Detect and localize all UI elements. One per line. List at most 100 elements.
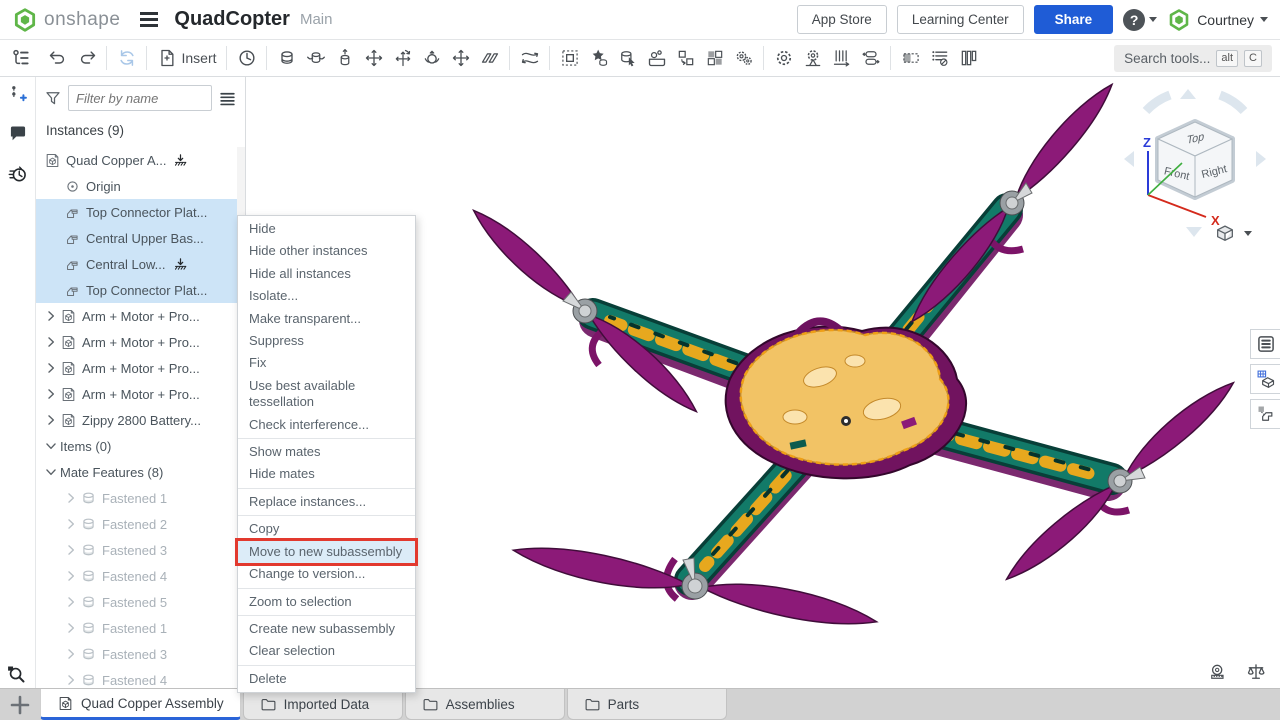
tree-item[interactable]: Fastened 4: [36, 563, 237, 589]
view-cube[interactable]: Top Front Right Z X: [1118, 85, 1273, 245]
tree-item[interactable]: Central Upper Bas...: [36, 225, 237, 251]
context-menu-item[interactable]: Make transparent...: [238, 308, 415, 330]
group-button[interactable]: [555, 44, 584, 72]
revolute-mate-button[interactable]: [301, 44, 330, 72]
comments-button[interactable]: [5, 121, 31, 147]
preview-search-button[interactable]: [6, 664, 26, 684]
document-tab[interactable]: Quad Copper Assembly: [40, 689, 241, 720]
expand-chevron-icon[interactable]: [44, 387, 58, 401]
section-view-button[interactable]: [896, 44, 925, 72]
parallel-mate-button[interactable]: [475, 44, 504, 72]
document-tab[interactable]: Assemblies: [405, 689, 565, 720]
context-menu-item[interactable]: Delete: [238, 665, 415, 690]
document-tab[interactable]: Imported Data: [243, 689, 403, 720]
animate-fence-button[interactable]: [827, 44, 856, 72]
instance-tree-toggle-button[interactable]: [6, 44, 35, 72]
context-menu-item[interactable]: Hide: [238, 218, 415, 240]
context-menu-item[interactable]: Fix: [238, 352, 415, 374]
tree-item[interactable]: Quad Copper A...: [36, 147, 237, 173]
expand-chevron-icon[interactable]: [44, 361, 58, 375]
tree-item[interactable]: Items (0): [36, 433, 237, 459]
mass-properties-button[interactable]: [1246, 662, 1266, 682]
cylindrical-mate-button[interactable]: [388, 44, 417, 72]
insert-button[interactable]: Insert: [152, 44, 221, 72]
measure-button[interactable]: [1208, 662, 1228, 682]
context-menu-item[interactable]: Clear selection: [238, 640, 415, 662]
display-states-button[interactable]: [642, 44, 671, 72]
sync-update-button[interactable]: [112, 44, 141, 72]
tree-item[interactable]: Zippy 2800 Battery...: [36, 407, 237, 433]
history-button[interactable]: [5, 161, 31, 187]
undo-button[interactable]: [43, 44, 72, 72]
learning-center-button[interactable]: Learning Center: [897, 5, 1024, 34]
simulation-gear-button[interactable]: [769, 44, 798, 72]
bom-panel-button[interactable]: [1250, 364, 1280, 394]
tree-item[interactable]: Mate Features (8): [36, 459, 237, 485]
document-tab[interactable]: Parts: [567, 689, 727, 720]
expand-chevron-icon[interactable]: [44, 465, 58, 479]
expand-chevron-icon[interactable]: [64, 491, 78, 505]
tree-item[interactable]: Arm + Motor + Pro...: [36, 303, 237, 329]
tree-item[interactable]: Fastened 5: [36, 589, 237, 615]
expand-chevron-icon[interactable]: [44, 309, 58, 323]
pattern-button[interactable]: [700, 44, 729, 72]
share-button[interactable]: Share: [1034, 5, 1114, 34]
hidden-bom-button[interactable]: [925, 44, 954, 72]
search-tools-box[interactable]: Search tools... alt C: [1114, 45, 1272, 72]
tree-item[interactable]: Fastened 1: [36, 485, 237, 511]
tree-item[interactable]: Fastened 2: [36, 511, 237, 537]
named-positions-button[interactable]: [232, 44, 261, 72]
insert-feature-button[interactable]: [5, 81, 31, 107]
expand-chevron-icon[interactable]: [64, 621, 78, 635]
expand-chevron-icon[interactable]: [44, 413, 58, 427]
main-menu-button[interactable]: [136, 8, 162, 31]
appearance-panel-button[interactable]: [1250, 399, 1280, 429]
expand-chevron-icon[interactable]: [64, 569, 78, 583]
add-tab-button[interactable]: [0, 689, 40, 720]
context-menu-item[interactable]: Move to new subassembly: [238, 541, 415, 563]
ball-mate-button[interactable]: [446, 44, 475, 72]
expand-chevron-icon[interactable]: [44, 335, 58, 349]
exploded-views-button[interactable]: [584, 44, 613, 72]
expand-chevron-icon[interactable]: [64, 517, 78, 531]
app-store-button[interactable]: App Store: [797, 5, 887, 34]
tree-item[interactable]: Fastened 3: [36, 641, 237, 667]
context-menu-item[interactable]: Hide mates: [238, 463, 415, 485]
tree-item[interactable]: Fastened 4: [36, 667, 237, 688]
tree-item[interactable]: Top Connector Plat...: [36, 277, 237, 303]
user-menu[interactable]: Courtney: [1167, 8, 1268, 32]
list-view-icon[interactable]: [218, 89, 237, 108]
context-menu-item[interactable]: Hide other instances: [238, 240, 415, 262]
expand-chevron-icon[interactable]: [64, 647, 78, 661]
onshape-logo-icon[interactable]: [12, 7, 38, 33]
named-positions-cylinder-button[interactable]: [613, 44, 642, 72]
context-menu-item[interactable]: Hide all instances: [238, 263, 415, 285]
context-menu-item[interactable]: Suppress: [238, 330, 415, 352]
context-menu-item[interactable]: Check interference...: [238, 414, 415, 436]
filter-funnel-icon[interactable]: [44, 89, 62, 107]
context-menu-item[interactable]: Replace instances...: [238, 488, 415, 513]
feature-list-panel-button[interactable]: [1250, 329, 1280, 359]
context-menu-item[interactable]: Change to version...: [238, 563, 415, 585]
redo-button[interactable]: [72, 44, 101, 72]
expand-chevron-icon[interactable]: [64, 673, 78, 687]
tree-item[interactable]: Origin: [36, 173, 237, 199]
toggle-connectors-button[interactable]: [856, 44, 885, 72]
transfer-parts-button[interactable]: [671, 44, 700, 72]
pin-slot-mate-button[interactable]: [417, 44, 446, 72]
help-menu[interactable]: ?: [1123, 9, 1157, 31]
context-menu-item[interactable]: Copy: [238, 515, 415, 540]
replicate-button[interactable]: [729, 44, 758, 72]
expand-chevron-icon[interactable]: [44, 439, 58, 453]
context-menu-item[interactable]: Show mates: [238, 438, 415, 463]
tree-item[interactable]: Arm + Motor + Pro...: [36, 381, 237, 407]
tree-item[interactable]: Arm + Motor + Pro...: [36, 329, 237, 355]
context-menu-item[interactable]: Zoom to selection: [238, 588, 415, 613]
tree-item[interactable]: Fastened 1: [36, 615, 237, 641]
context-menu-item[interactable]: Use best available tessellation: [238, 375, 415, 414]
snap-mode-button[interactable]: [515, 44, 544, 72]
expand-chevron-icon[interactable]: [64, 595, 78, 609]
slider-mate-button[interactable]: [330, 44, 359, 72]
tree-item[interactable]: Top Connector Plat...: [36, 199, 237, 225]
tree-item[interactable]: Arm + Motor + Pro...: [36, 355, 237, 381]
